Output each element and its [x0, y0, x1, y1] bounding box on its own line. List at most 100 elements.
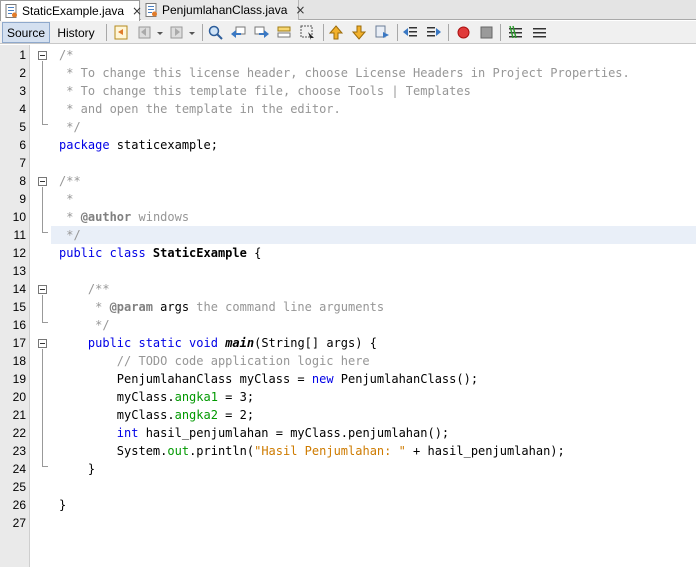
- start-macro-recording-icon[interactable]: [455, 24, 472, 41]
- javadoc-param-name: args: [152, 300, 190, 314]
- code-line-23: System.out.println("Hasil Penjumlahan: "…: [51, 442, 696, 460]
- code-line-1: /*: [59, 48, 74, 62]
- shift-left-icon[interactable]: [402, 24, 419, 41]
- code-text: staticexample;: [109, 138, 218, 152]
- forward-dropdown-icon[interactable]: [187, 24, 197, 41]
- next-bookmark-icon[interactable]: [351, 24, 368, 41]
- line-number: 15: [12, 300, 26, 314]
- code-text: myClass.: [59, 390, 175, 404]
- fold-toggle-icon[interactable]: [38, 51, 47, 60]
- comment-text: *: [59, 300, 110, 314]
- tab-static-example[interactable]: StaticExample.java ×: [0, 0, 142, 21]
- code-line-2: * To change this license header, choose …: [59, 66, 630, 80]
- line-number: 22: [12, 426, 26, 440]
- line-number: 12: [12, 246, 26, 260]
- toggle-bookmark-icon[interactable]: [374, 24, 391, 41]
- code-editor[interactable]: 1 2 3 4 5 6 7 8 9 10 11 12 13 14 15 16 1…: [0, 45, 696, 567]
- code-text: System.: [59, 444, 168, 458]
- code-line-9: *: [59, 192, 74, 206]
- editor-toolbar: Source History: [0, 21, 696, 44]
- code-text: {: [246, 246, 262, 260]
- line-number: 18: [12, 354, 26, 368]
- line-number: 11: [13, 228, 26, 242]
- uncomment-icon[interactable]: [531, 24, 548, 41]
- fold-guide: [42, 61, 43, 124]
- line-number: 17: [12, 336, 26, 350]
- class-name: StaticExample: [145, 246, 247, 260]
- string-literal: "Hasil Penjumlahan: ": [254, 444, 406, 458]
- code-line-14: /**: [59, 282, 110, 296]
- line-number: 1: [19, 48, 26, 62]
- line-number: 3: [19, 84, 26, 98]
- find-next-icon[interactable]: [253, 24, 270, 41]
- fold-guide-end: [42, 466, 48, 467]
- toggle-highlight-icon[interactable]: [299, 24, 316, 41]
- last-edit-icon[interactable]: [113, 24, 130, 41]
- source-button[interactable]: Source: [2, 22, 50, 43]
- line-number: 21: [12, 408, 26, 422]
- line-number: 6: [19, 138, 26, 152]
- line-number: 14: [12, 282, 26, 296]
- close-tab-icon[interactable]: ×: [295, 3, 305, 17]
- line-number: 27: [12, 516, 26, 530]
- code-line-3: * To change this template file, choose T…: [59, 84, 471, 98]
- javadoc-tag: @author: [80, 210, 132, 224]
- code-line-11-current: */: [51, 226, 696, 244]
- code-line-26: }: [59, 498, 67, 512]
- line-number: 4: [19, 102, 26, 116]
- code-text-area[interactable]: /* * To change this license header, choo…: [51, 45, 696, 567]
- line-number: 23: [12, 444, 26, 458]
- forward-icon[interactable]: [169, 24, 186, 41]
- code-text: = 3;: [217, 390, 255, 404]
- fold-guide: [42, 295, 43, 322]
- field-name: out: [167, 444, 190, 458]
- keyword: public static void: [87, 336, 218, 350]
- comment-icon[interactable]: [507, 24, 524, 41]
- code-line-18: // TODO code application logic here: [59, 354, 370, 368]
- code-line-22: int hasil_penjumlahan = myClass.penjumla…: [51, 424, 696, 442]
- toolbar-separator: [500, 24, 501, 41]
- comment-text: windows: [131, 210, 190, 224]
- back-icon[interactable]: [137, 24, 154, 41]
- line-number: 2: [19, 66, 26, 80]
- comment-text: *: [59, 210, 81, 224]
- fold-guide: [42, 187, 43, 232]
- fold-toggle-icon[interactable]: [38, 177, 47, 186]
- line-number: 16: [12, 318, 26, 332]
- fold-guide: [42, 349, 43, 466]
- method-name: main: [225, 336, 255, 350]
- code-line-19: PenjumlahanClass myClass = new Penjumlah…: [51, 370, 696, 388]
- back-dropdown-icon[interactable]: [155, 24, 165, 41]
- toolbar-separator: [106, 24, 107, 41]
- find-icon[interactable]: [207, 24, 224, 41]
- code-line-16: */: [59, 318, 110, 332]
- code-text: hasil_penjumlahan = myClass.penjumlahan(…: [138, 426, 450, 440]
- history-button[interactable]: History: [52, 22, 100, 43]
- line-number: 19: [12, 372, 26, 386]
- code-line-17: public static void main(String[] args) {: [51, 334, 696, 352]
- stop-macro-recording-icon[interactable]: [478, 24, 495, 41]
- line-number: 9: [19, 192, 26, 206]
- tab-label: StaticExample.java: [22, 4, 125, 18]
- line-number: 25: [12, 480, 26, 494]
- toolbar-separator: [202, 24, 203, 41]
- java-file-icon: [5, 4, 18, 18]
- find-selection-icon[interactable]: [276, 24, 293, 41]
- code-line-5: */: [59, 120, 81, 134]
- code-text: PenjumlahanClass();: [333, 372, 479, 386]
- field-name: angka2: [174, 408, 218, 422]
- code-text: .println(: [189, 444, 255, 458]
- fold-toggle-icon[interactable]: [38, 339, 47, 348]
- shift-right-icon[interactable]: [425, 24, 442, 41]
- previous-bookmark-icon[interactable]: [328, 24, 345, 41]
- code-line-4: * and open the template in the editor.: [59, 102, 341, 116]
- tab-penjumlahan-class[interactable]: PenjumlahanClass.java ×: [141, 0, 305, 20]
- find-previous-icon[interactable]: [230, 24, 247, 41]
- code-text: (String[] args) {: [254, 336, 377, 350]
- fold-toggle-icon[interactable]: [38, 285, 47, 294]
- toolbar-separator: [323, 24, 324, 41]
